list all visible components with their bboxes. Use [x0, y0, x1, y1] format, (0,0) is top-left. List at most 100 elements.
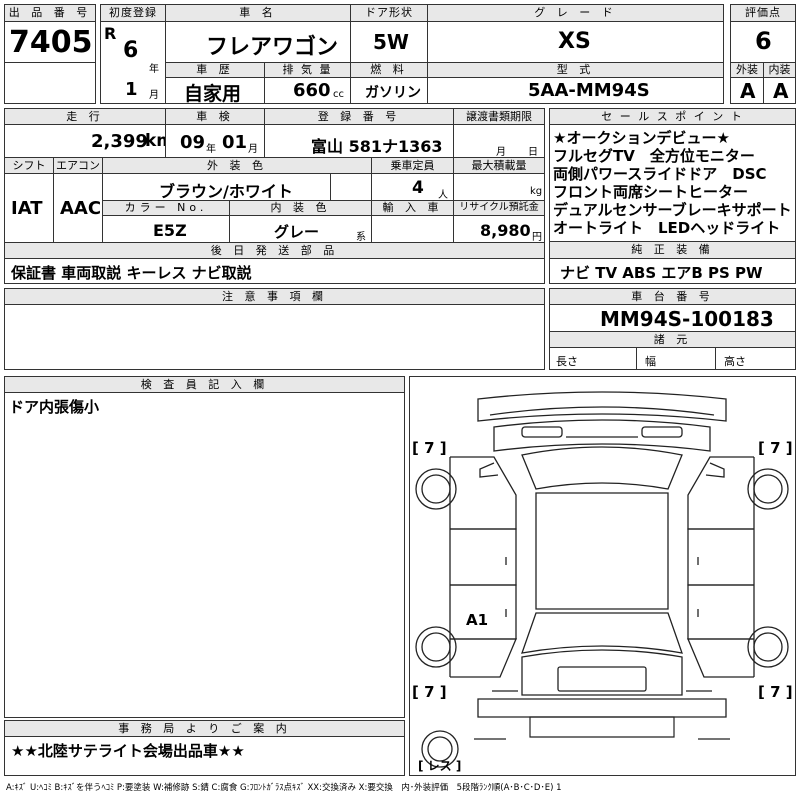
interior-label: 内装 [763, 62, 796, 78]
cc-unit: cc [333, 89, 344, 100]
sales-point-line: オートライト LEDヘッドライト [553, 219, 781, 237]
ext-color-extra [330, 173, 372, 201]
office-label: 事 務 局 よ り ご 案 内 [4, 720, 405, 737]
transfer-doc-day-unit: 日 [528, 147, 538, 158]
equipment-value: ナビ TV ABS エアB PS PW [560, 264, 763, 282]
rear-plate [557, 666, 647, 692]
lot-no-label: 出 品 番 号 [4, 4, 96, 22]
kei-unit: 系 [356, 232, 366, 243]
rear-bumper [477, 698, 727, 718]
model-value: 5AA-MM94S [528, 80, 650, 101]
damage-mark-a1: A1 [466, 611, 489, 629]
chassis-box: MM94S-100183 [549, 304, 796, 332]
transfer-doc-label: 譲渡書類期限 [453, 108, 545, 125]
equipment-box: ナビ TV ABS エアB PS PW [549, 258, 796, 284]
sales-point-line: フロント両席シートヒーター [553, 183, 749, 201]
aircon-box: AAC [53, 173, 103, 243]
displacement-value: 660 [293, 80, 331, 101]
sales-points-box: ★オークションデビュー★ フルセグTV 全方位モニター 両側パワースライドドア DS… [549, 124, 796, 242]
score-label: 評価点 [730, 4, 796, 22]
transfer-doc-month-unit: 月 [496, 147, 506, 158]
reiwa-label: R [104, 24, 117, 43]
recycle-box: 8,980 円 [453, 215, 545, 243]
office-note: ★★北陸サテライト会場出品車★★ [11, 742, 245, 760]
month-unit: 月 [149, 90, 159, 101]
capacity-box: 4 人 [371, 173, 454, 201]
inspection-month: 01 [222, 132, 248, 153]
office-box: ★★北陸サテライト会場出品車★★ [4, 736, 405, 776]
right-rear-fender [687, 638, 754, 678]
sales-points-label: セ ー ル ス ポ イ ン ト [549, 108, 796, 125]
model-box: 5AA-MM94S [427, 77, 724, 104]
spare-tire-mark: [ レス ] [418, 759, 462, 773]
fuel-value: ガソリン [365, 85, 421, 101]
aircon-value: AAC [60, 198, 102, 219]
inspection-month-unit: 月 [248, 144, 258, 155]
plate-box: 富山 581ナ1363 [264, 124, 454, 158]
later-items-label: 後 日 発 送 部 品 [4, 242, 545, 259]
plate-value: 富山 581ナ1363 [311, 137, 443, 156]
tire-mark-front-left: [ 7 ] [412, 439, 447, 457]
left-mirror [479, 462, 499, 478]
aircon-label: エアコン [53, 157, 103, 174]
sales-point-line: デュアルセンサーブレーキサポート [553, 201, 792, 219]
kg-unit: kg [530, 186, 543, 197]
windshield [521, 446, 683, 490]
legend-text: A:ｷｽﾞ U:ﾍｺﾐ B:ｷｽﾞを伴うﾍｺﾐ P:要塗装 W:補修跡 S:錆 … [6, 783, 562, 793]
int-color-box: グレー 系 [229, 215, 372, 243]
exterior-label: 外装 [730, 62, 764, 78]
first-reg-year: 6 [123, 38, 139, 63]
spec-height-label: 高さ [724, 355, 746, 368]
score-box: 6 [730, 21, 796, 63]
inspection-box: 09 年 01 月 [165, 124, 265, 158]
specs-label: 諸 元 [549, 331, 796, 348]
exterior-box: A [730, 77, 764, 104]
grade-value: XS [558, 29, 591, 54]
lot-no-blank [4, 62, 96, 104]
right-headlight [641, 426, 683, 438]
door-box: 5W [350, 21, 428, 63]
mileage-box: 2,399 km [4, 124, 166, 158]
import-label: 輸 入 車 [371, 200, 454, 216]
int-color-value: グレー [274, 223, 320, 241]
car-body-diagram [415, 391, 789, 768]
spec-width-box: 幅 [636, 347, 716, 370]
grade-box: XS [427, 21, 724, 63]
mileage-value: 2,399 [91, 131, 148, 152]
first-reg-label: 初度登録 [100, 4, 166, 22]
rear-hatch [521, 649, 683, 696]
lot-no-box: 74051 [4, 21, 96, 63]
inspector-note: ドア内張傷小 [9, 398, 100, 416]
color-no-value: E5Z [153, 221, 187, 240]
yen-unit: 円 [532, 232, 542, 243]
displacement-box: 660 cc [264, 77, 351, 104]
later-items-value: 保証書 車両取説 キーレス ナビ取説 [11, 264, 252, 282]
inspection-label: 車 検 [165, 108, 265, 125]
recycle-value: 8,980 [480, 221, 531, 240]
inspector-box: ドア内張傷小 [4, 392, 405, 718]
inspection-year: 09 [180, 132, 206, 153]
first-reg-month: 1 [125, 79, 138, 100]
spec-length-box: 長さ [549, 347, 637, 370]
spec-length-label: 長さ [556, 355, 578, 368]
color-no-label: カラー No. [102, 200, 230, 216]
shift-box: IAT [4, 173, 54, 243]
ext-color-label: 外 装 色 [102, 157, 372, 174]
left-headlight [521, 426, 563, 438]
chassis-value: MM94S-100183 [600, 307, 774, 331]
later-items-box: 保証書 車両取説 キーレス ナビ取説 [4, 258, 545, 284]
tire-mark-front-right: [ 7 ] [758, 439, 793, 457]
transfer-doc-box: 月 日 [453, 124, 545, 158]
exterior-value: A [740, 79, 756, 103]
right-mirror [705, 462, 725, 478]
spec-width-label: 幅 [645, 355, 656, 368]
grade-label: グ レ ー ド [427, 4, 724, 22]
tire-mark-rear-left: [ 7 ] [412, 683, 447, 701]
capacity-value: 4 [412, 178, 424, 198]
door-label: ドア形状 [350, 4, 428, 22]
sales-point-line: ★オークションデビュー★ [553, 129, 730, 147]
rear-lower-panel [529, 716, 675, 738]
km-unit: km [145, 131, 165, 151]
lot-no-value: 74051 [9, 25, 95, 60]
ext-color-value: ブラウン/ホワイト [159, 182, 293, 201]
